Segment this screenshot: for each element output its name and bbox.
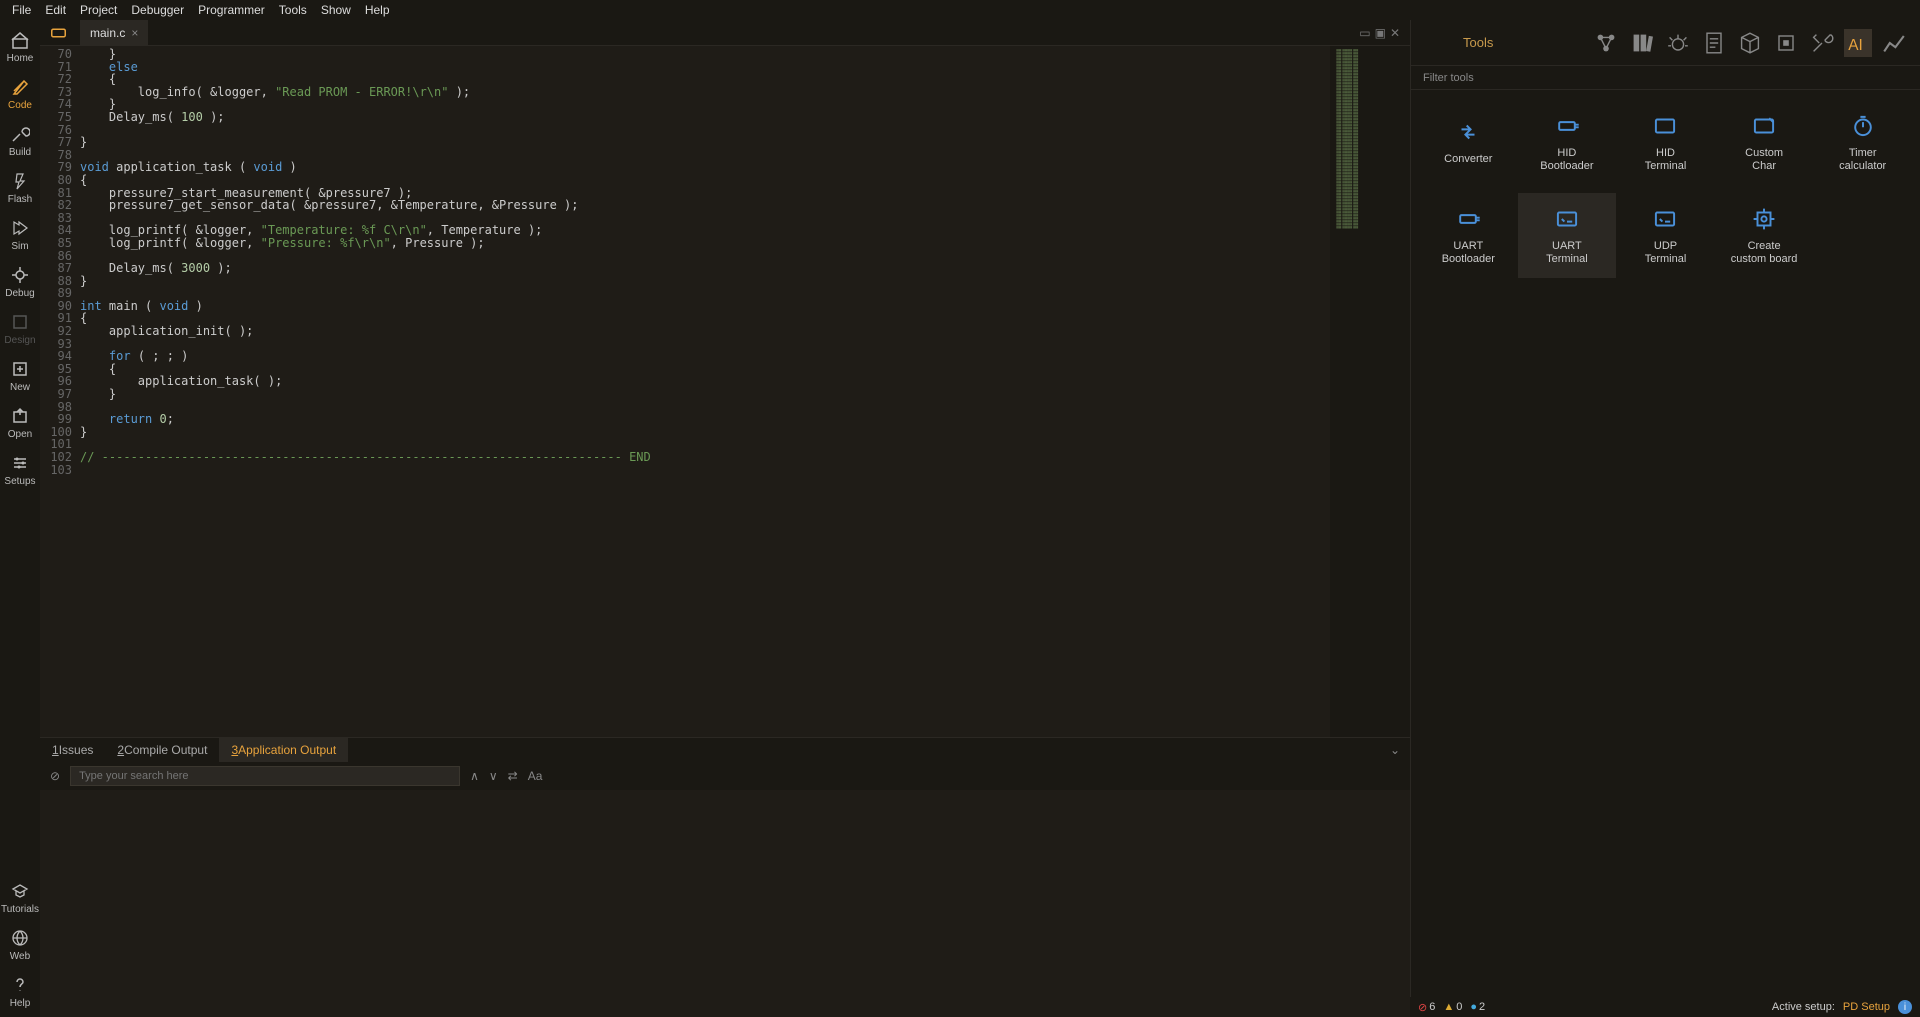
tool-custom-char[interactable]: CustomChar	[1715, 100, 1814, 185]
tool-timer-calculator[interactable]: Timercalculator	[1813, 100, 1912, 185]
code-editor[interactable]: 70 71 72 73 74 75 76 77 78 79 80 81 82 8…	[40, 46, 1410, 737]
sidebar-item-design[interactable]: Design	[0, 307, 40, 354]
tools-header-icons: AI	[1592, 29, 1908, 57]
tools-header-bug-icon[interactable]	[1664, 29, 1692, 57]
search-wrap-icon[interactable]: ⇄	[508, 769, 518, 783]
clear-icon[interactable]: ⊘	[50, 769, 60, 783]
tab-window-icon-0[interactable]: ▭	[1359, 26, 1370, 40]
menubar: File Edit Project Debugger Programmer Tools Sh…	[0, 0, 1920, 20]
tools-header: Tools AI	[1411, 20, 1920, 66]
search-prev-icon[interactable]: ∧	[470, 769, 479, 783]
tab-right-icons: ▭ ▣ ✕	[1359, 20, 1410, 45]
main-area: HomeCodeBuildFlashSimDebugDesignNewOpenS…	[0, 20, 1920, 1017]
menu-debugger[interactable]: Debugger	[131, 3, 184, 17]
menu-programmer[interactable]: Programmer	[198, 3, 265, 17]
code-body[interactable]: } else { log_info( &logger, "Read PROM -…	[80, 46, 1330, 737]
bottom-tab-compile-output[interactable]: 2 Compile Output	[105, 738, 219, 762]
search-case-icon[interactable]: Aa	[528, 769, 543, 783]
bottom-panel: 1 Issues2 Compile Output3 Application Ou…	[40, 737, 1410, 1017]
tool-converter[interactable]: Converter	[1419, 100, 1518, 185]
sidebar-item-debug[interactable]: Debug	[0, 260, 40, 307]
sidebar-item-sim[interactable]: Sim	[0, 213, 40, 260]
output-toolbar: ⊘ ∧ ∨ ⇄ Aa	[40, 762, 1410, 790]
search-input[interactable]	[70, 766, 460, 786]
menu-project[interactable]: Project	[80, 3, 117, 17]
sidebar-item-setups[interactable]: Setups	[0, 448, 40, 495]
sidebar-item-flash[interactable]: Flash	[0, 166, 40, 213]
status-warnings[interactable]: ▲0	[1443, 1001, 1462, 1013]
sidebar-item-tutorials[interactable]: Tutorials	[0, 876, 40, 923]
tool-udp-terminal[interactable]: UDPTerminal	[1616, 193, 1715, 278]
center-pane: main.c × ▭ ▣ ✕ 70 71 72 73 74 75 76 77 78 …	[40, 20, 1410, 1017]
menu-show[interactable]: Show	[321, 3, 351, 17]
bottom-tab-issues[interactable]: 1 Issues	[40, 738, 105, 762]
sidebar-item-open[interactable]: Open	[0, 401, 40, 448]
tab-window-icon-2[interactable]: ✕	[1390, 26, 1400, 40]
tools-title: Tools	[1423, 35, 1592, 50]
tools-header-share-icon[interactable]	[1592, 29, 1620, 57]
tab-bar: main.c × ▭ ▣ ✕	[40, 20, 1410, 46]
tool-hid-terminal[interactable]: HIDTerminal	[1616, 100, 1715, 185]
status-bar: ⊘6 ▲0 ●2 Active setup: PD Setup i	[1410, 997, 1920, 1017]
tool-uart-terminal[interactable]: UARTTerminal	[1518, 193, 1617, 278]
active-setup-value[interactable]: PD Setup	[1843, 1001, 1890, 1013]
active-setup-label: Active setup:	[1772, 1001, 1835, 1013]
tools-filter-label[interactable]: Filter tools	[1411, 66, 1920, 90]
tool-create-custom-board[interactable]: Createcustom board	[1715, 193, 1814, 278]
minimap[interactable]: ████ ████████ ████ ████ ████████ ████ ██…	[1330, 46, 1410, 737]
info-icon[interactable]: i	[1898, 1000, 1912, 1014]
line-gutter: 70 71 72 73 74 75 76 77 78 79 80 81 82 8…	[40, 46, 80, 737]
bottom-tab-application-output[interactable]: 3 Application Output	[219, 738, 348, 762]
menu-help[interactable]: Help	[365, 3, 390, 17]
sidebar-item-build[interactable]: Build	[0, 119, 40, 166]
editor-tab-main[interactable]: main.c ×	[80, 20, 148, 45]
tools-panel: Tools AI Filter tools ConverterHIDBootlo…	[1410, 20, 1920, 1017]
sidebar-item-code[interactable]: Code	[0, 72, 40, 119]
tools-header-books-icon[interactable]	[1628, 29, 1656, 57]
tab-label: main.c	[90, 26, 125, 40]
tools-header-chip-icon[interactable]	[1772, 29, 1800, 57]
tools-header-doc-icon[interactable]	[1700, 29, 1728, 57]
output-body	[40, 790, 1410, 1017]
status-info[interactable]: ●2	[1470, 1001, 1485, 1013]
sidebar-item-home[interactable]: Home	[0, 25, 40, 72]
search-next-icon[interactable]: ∨	[489, 769, 498, 783]
tools-header-cube-icon[interactable]	[1736, 29, 1764, 57]
brand-icon	[40, 20, 80, 45]
tool-uart-bootloader[interactable]: UARTBootloader	[1419, 193, 1518, 278]
status-errors[interactable]: ⊘6	[1418, 1001, 1435, 1014]
tools-header-tools-icon[interactable]	[1808, 29, 1836, 57]
tools-header-chart-icon[interactable]	[1880, 29, 1908, 57]
tools-header-ai-icon[interactable]: AI	[1844, 29, 1872, 57]
sidebar-left: HomeCodeBuildFlashSimDebugDesignNewOpenS…	[0, 20, 40, 1017]
tools-grid: ConverterHIDBootloaderHIDTerminalCustomC…	[1411, 90, 1920, 288]
menu-edit[interactable]: Edit	[45, 3, 66, 17]
svg-text:AI: AI	[1848, 37, 1863, 54]
tab-window-icon-1[interactable]: ▣	[1375, 26, 1386, 40]
bottom-collapse-icon[interactable]: ⌄	[1380, 738, 1410, 762]
bottom-tabs: 1 Issues2 Compile Output3 Application Ou…	[40, 738, 1410, 762]
tab-close-icon[interactable]: ×	[131, 26, 138, 40]
menu-file[interactable]: File	[12, 3, 31, 17]
sidebar-item-web[interactable]: Web	[0, 923, 40, 970]
tool-hid-bootloader[interactable]: HIDBootloader	[1518, 100, 1617, 185]
menu-tools[interactable]: Tools	[279, 3, 307, 17]
sidebar-item-help[interactable]: Help	[0, 970, 40, 1017]
sidebar-item-new[interactable]: New	[0, 354, 40, 401]
